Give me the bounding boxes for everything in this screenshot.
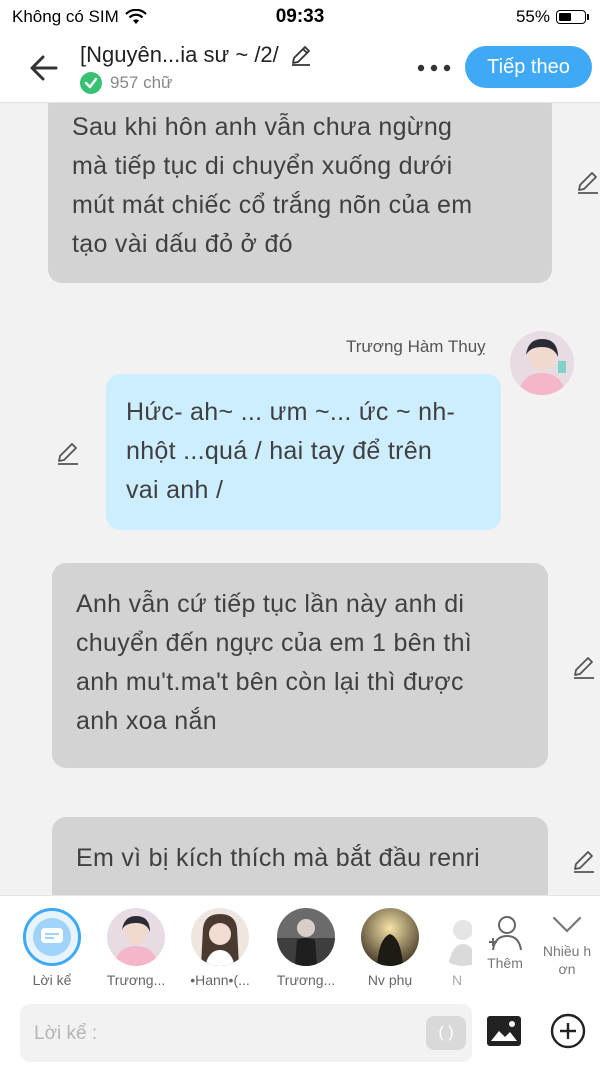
edit-message-icon[interactable]	[571, 654, 597, 680]
narration-bubble[interactable]: Anh vẫn cứ tiếp tục lần này anh di chuyể…	[52, 563, 548, 768]
avatar	[107, 908, 165, 966]
character-option[interactable]: N	[432, 908, 472, 988]
add-character-button[interactable]: Thêm	[480, 914, 530, 971]
character-label: Nv phụ	[367, 972, 413, 988]
message-line: vai anh /	[126, 476, 224, 504]
message-line: nhột ...quá / hai tay để trên	[126, 437, 433, 465]
narration-bubble[interactable]: Sau khi hôn anh vẫn chưa ngừng mà tiếp t…	[48, 103, 552, 283]
more-characters-button[interactable]: Nhiều h ơn	[538, 912, 596, 977]
image-icon	[487, 1016, 521, 1046]
message-line: anh xoa nắn	[76, 707, 217, 735]
edit-title-icon[interactable]	[289, 43, 313, 67]
composer-panel: Lời kể Trương... •Hann•(... Trương... Nv…	[0, 895, 600, 1068]
character-label: Lời kể	[32, 972, 72, 988]
avatar	[434, 908, 472, 966]
edit-message-icon[interactable]	[571, 848, 597, 874]
character-option[interactable]: Nv phụ	[354, 908, 426, 988]
character-avatar-icon	[361, 908, 419, 966]
message-line: Em vì bị kích thích mà bắt đầu renri	[76, 844, 481, 872]
character-avatar-icon	[434, 908, 472, 966]
edit-message-icon[interactable]	[575, 169, 600, 195]
message-input-box: ( )	[20, 1004, 472, 1064]
character-label: Trương...	[276, 972, 336, 988]
more-options-button[interactable]	[414, 54, 454, 82]
character-avatar-icon	[277, 908, 335, 966]
message-line: mà tiếp tục di chuyển xuống dưới	[72, 152, 453, 180]
more-label: Nhiều h	[542, 943, 592, 959]
character-bubble[interactable]: Hức- ah~ ... ưm ~... ức ~ nh- nhột ...qu…	[106, 374, 501, 530]
narrator-avatar	[23, 908, 81, 966]
add-person-icon	[489, 916, 522, 951]
chat-area[interactable]: Sau khi hôn anh vẫn chưa ngừng mà tiếp t…	[0, 103, 600, 895]
character-label: Trương...	[106, 972, 166, 988]
insert-image-button[interactable]	[486, 1015, 522, 1047]
parenthesis-button[interactable]: ( )	[426, 1016, 466, 1050]
battery-percent: 55%	[515, 7, 550, 26]
message-line: Hức- ah~ ... ưm ~... ức ~ nh-	[126, 398, 456, 426]
avatar	[361, 908, 419, 966]
message-line: chuyển đến ngực của em 1 bên thì	[76, 629, 473, 657]
add-label: Thêm	[487, 955, 523, 971]
story-title[interactable]: [Nguyên...ia sư ~ /2/	[80, 42, 279, 68]
sender-name: Trương Hàm Thuỵ	[346, 337, 486, 356]
chat-bubble-icon	[41, 928, 63, 943]
message-line: anh mu't.ma't bên còn lại thì được	[76, 668, 464, 696]
add-button[interactable]	[550, 1013, 586, 1049]
next-button[interactable]: Tiếp theo	[465, 46, 592, 88]
battery-icon	[556, 10, 589, 24]
avatar	[277, 908, 335, 966]
top-bar: [Nguyên...ia sư ~ /2/ 957 chữ Tiếp theo	[0, 34, 600, 103]
clock: 09:33	[275, 6, 325, 27]
status-bar: Không có SIM 09:33 55%	[0, 0, 600, 34]
character-option[interactable]: •Hann•(...	[184, 908, 256, 988]
more-label: ơn	[558, 961, 576, 977]
word-count: 957 chữ	[110, 73, 173, 92]
character-label: •Hann•(...	[190, 972, 250, 988]
character-label: N	[452, 972, 463, 988]
back-button[interactable]	[24, 48, 64, 88]
plus-circle-icon	[550, 1013, 586, 1049]
message-input[interactable]	[32, 1004, 416, 1064]
character-avatar-icon	[510, 331, 574, 395]
avatar	[191, 908, 249, 966]
more-dots-icon	[417, 64, 451, 72]
message-line: Anh vẫn cứ tiếp tục lần này anh di	[76, 590, 465, 618]
narration-bubble[interactable]: Em vì bị kích thích mà bắt đầu renri	[52, 817, 548, 895]
character-option[interactable]: Trương...	[270, 908, 342, 988]
character-avatar-icon	[191, 908, 249, 966]
avatar[interactable]	[510, 331, 574, 395]
back-arrow-icon	[30, 55, 58, 81]
message-line: mút mát chiếc cổ trắng nõn của em	[72, 191, 473, 219]
check-icon	[80, 72, 102, 94]
message-line: tạo vài dấu đỏ ở đó	[72, 230, 293, 258]
character-option[interactable]: Trương...	[100, 908, 172, 988]
chevron-down-icon	[552, 916, 582, 933]
message-line: Sau khi hôn anh vẫn chưa ngừng	[72, 113, 453, 141]
edit-message-icon[interactable]	[55, 440, 81, 466]
character-option-narrator[interactable]: Lời kể	[16, 908, 88, 988]
character-avatar-icon	[107, 908, 165, 966]
